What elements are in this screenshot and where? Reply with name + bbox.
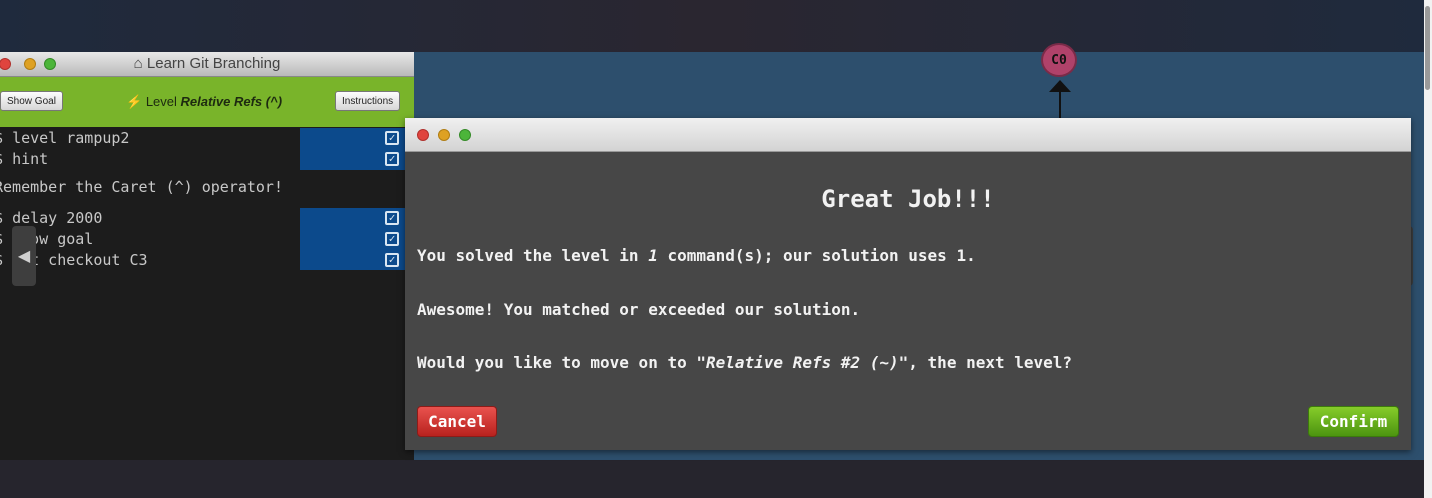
command-history: $ level rampup2 ✓ $ hint ✓ Remember the … [0,127,414,460]
command-line: $ level rampup2 ✓ [0,128,408,149]
check-icon: ✓ [385,232,399,246]
dialog-minimize-icon[interactable] [438,129,450,141]
window-title-text: Learn Git Branching [146,55,281,72]
check-icon: ✓ [385,152,399,166]
confirm-button[interactable]: Confirm [1308,406,1399,437]
level-complete-dialog: Great Job!!! You solved the level in 1 c… [405,118,1411,450]
bottom-background [0,460,1424,498]
hint-output: Remember the Caret (^) operator! [0,178,283,196]
show-goal-button[interactable]: Show Goal [0,91,63,111]
level-name: Relative Refs (^) [180,94,283,109]
check-icon: ✓ [385,211,399,225]
level-label: ⚡ Level Relative Refs (^) [126,94,283,109]
instructions-button[interactable]: Instructions [335,91,401,111]
next-level-question: Would you like to move on to "Relative R… [417,353,1073,372]
scrollbar-thumb[interactable] [1425,6,1430,90]
dialog-heading: Great Job!!! [821,185,995,213]
lightning-icon: ⚡ [126,94,143,109]
solved-message: You solved the level in 1 command(s); ou… [417,246,976,265]
command-window-titlebar[interactable]: ⌂ Learn Git Branching [0,52,414,77]
commit-node-c0[interactable]: C0 [1041,43,1077,77]
command-window: ⌂ Learn Git Branching Show Goal ⚡ Level … [0,52,414,460]
dialog-maximize-icon[interactable] [459,129,471,141]
window-title: ⌂ Learn Git Branching [0,55,414,72]
commit-label: C0 [1051,52,1067,68]
level-bar: Show Goal ⚡ Level Relative Refs (^) Inst… [0,77,414,127]
command-line: $ hint ✓ [0,149,408,170]
cancel-button[interactable]: Cancel [417,406,497,437]
previous-arrow-icon[interactable]: ◀ [12,226,36,286]
matched-message: Awesome! You matched or exceeded our sol… [417,300,861,319]
dialog-titlebar[interactable] [405,118,1411,152]
check-icon: ✓ [385,253,399,267]
top-background [0,0,1424,52]
commit-arrow-icon [1049,80,1071,92]
dialog-close-icon[interactable] [417,129,429,141]
home-icon: ⌂ [133,55,143,72]
commit-edge [1059,90,1061,120]
check-icon: ✓ [385,131,399,145]
right-edge-strip [1424,0,1432,498]
